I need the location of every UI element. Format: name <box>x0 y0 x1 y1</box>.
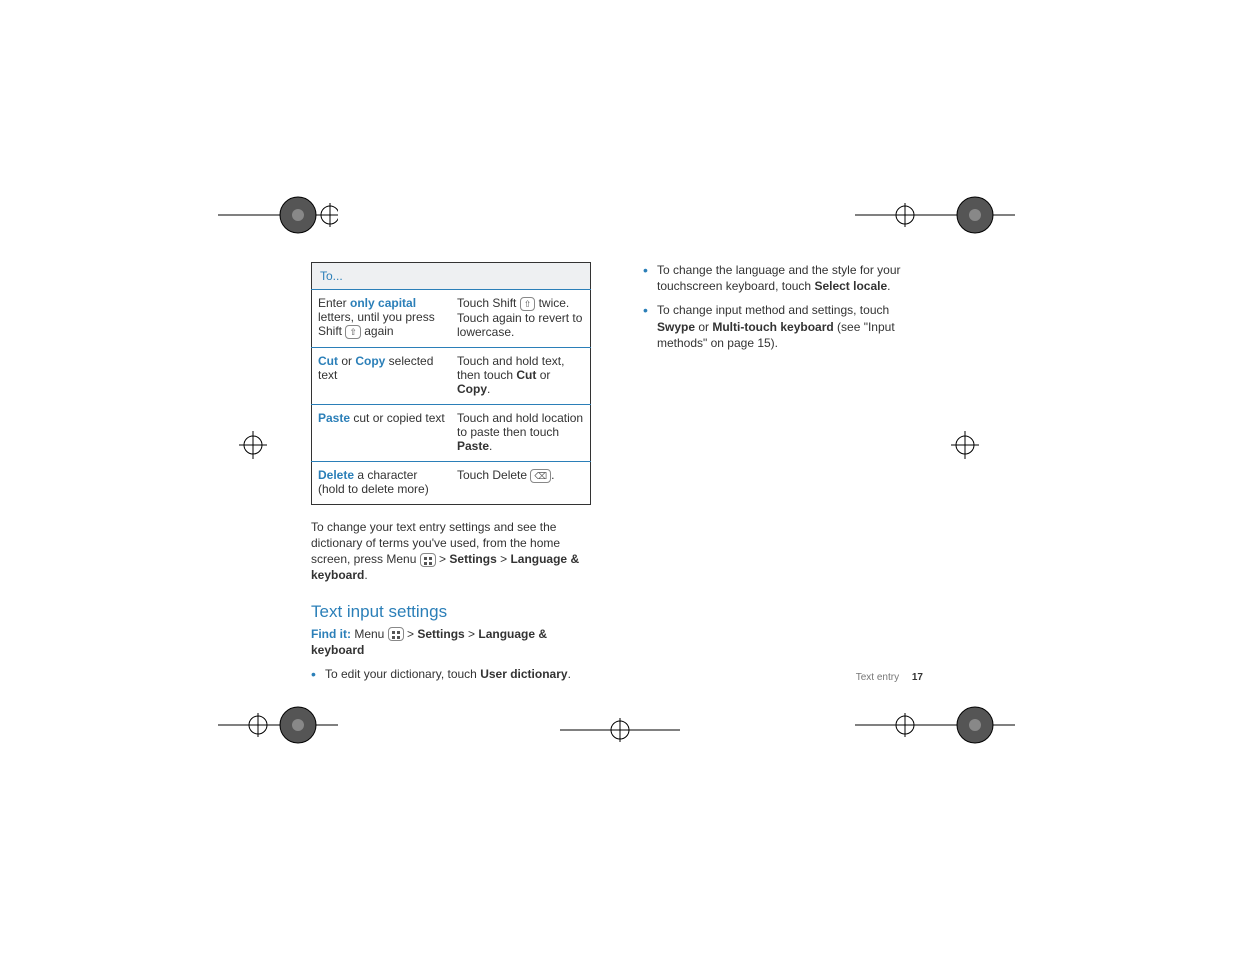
footer-section: Text entry <box>856 672 899 683</box>
row-instruction: Touch and hold text, then touch Cut or C… <box>451 347 591 404</box>
left-column: To... Enter only capital letters, until … <box>311 262 591 690</box>
row-action: Enter only capital letters, until you pr… <box>312 290 452 348</box>
registration-mark-icon <box>218 690 338 760</box>
row-instruction: Touch Delete ⌫. <box>451 461 591 504</box>
registration-mark-icon <box>560 700 680 760</box>
right-column: To change the language and the style for… <box>643 262 923 690</box>
page-content: To... Enter only capital letters, until … <box>311 262 925 690</box>
section-heading: Text input settings <box>311 602 591 622</box>
delete-key-icon: ⌫ <box>530 469 551 483</box>
left-bullet-list: To edit your dictionary, touch User dict… <box>311 666 591 682</box>
row-action: Cut or Copy selected text <box>312 347 452 404</box>
actions-table: To... Enter only capital letters, until … <box>311 262 591 505</box>
right-bullet-list: To change the language and the style for… <box>643 262 923 351</box>
registration-mark-icon <box>218 180 338 250</box>
list-item: To edit your dictionary, touch User dict… <box>311 666 591 682</box>
page-footer: Text entry 17 <box>856 672 923 683</box>
table-header: To... <box>312 263 591 290</box>
registration-mark-icon <box>855 180 1015 250</box>
registration-mark-icon <box>218 410 288 480</box>
table-row: Cut or Copy selected text Touch and hold… <box>312 347 591 404</box>
list-item: To change the language and the style for… <box>643 262 923 294</box>
registration-mark-icon <box>930 410 1000 480</box>
menu-key-icon <box>420 553 436 567</box>
row-instruction: Touch Shift ⇧ twice. Touch again to reve… <box>451 290 591 348</box>
table-row: Paste cut or copied text Touch and hold … <box>312 404 591 461</box>
page-number: 17 <box>912 672 923 683</box>
shift-key-icon: ⇧ <box>520 297 536 311</box>
table-row: Enter only capital letters, until you pr… <box>312 290 591 348</box>
settings-paragraph: To change your text entry settings and s… <box>311 519 591 584</box>
find-it-line: Find it: Menu > Settings > Language & ke… <box>311 626 591 658</box>
row-action: Delete a character (hold to delete more) <box>312 461 452 504</box>
registration-mark-icon <box>855 690 1015 760</box>
menu-key-icon <box>388 627 404 641</box>
table-row: Delete a character (hold to delete more)… <box>312 461 591 504</box>
list-item: To change input method and settings, tou… <box>643 302 923 351</box>
table-header-row: To... <box>312 263 591 290</box>
row-action: Paste cut or copied text <box>312 404 452 461</box>
shift-key-icon: ⇧ <box>345 325 361 339</box>
row-instruction: Touch and hold location to paste then to… <box>451 404 591 461</box>
